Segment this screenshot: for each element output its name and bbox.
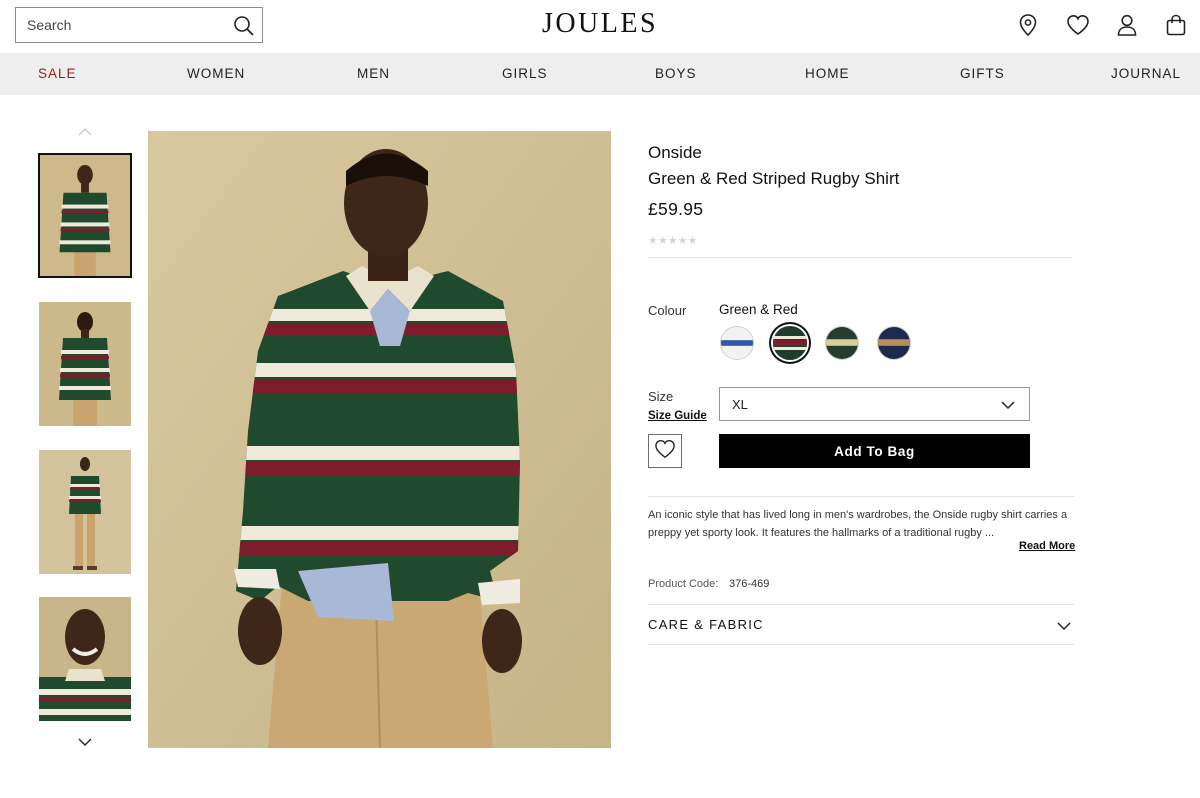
size-guide-link[interactable]: Size Guide: [648, 410, 707, 422]
location-pin-icon[interactable]: [1015, 12, 1041, 38]
size-select-value: XL: [732, 397, 748, 412]
chevron-down-icon: [1001, 398, 1015, 410]
user-icon[interactable]: [1114, 12, 1140, 38]
nav-item-home[interactable]: HOME: [805, 66, 850, 81]
colour-label: Colour: [648, 303, 687, 318]
main-nav: SALE WOMEN MEN GIRLS BOYS HOME GIFTS JOU…: [0, 53, 1200, 95]
search-box[interactable]: [15, 7, 263, 43]
colour-value: Green & Red: [719, 302, 798, 317]
bag-icon[interactable]: [1163, 12, 1189, 38]
divider: [648, 496, 1074, 497]
nav-item-women[interactable]: WOMEN: [187, 66, 245, 81]
divider: [648, 604, 1074, 605]
wishlist-button[interactable]: [648, 434, 682, 468]
thumbnail-full-length[interactable]: [39, 450, 131, 574]
nav-item-men[interactable]: MEN: [357, 66, 390, 81]
logo-text[interactable]: JOULES: [542, 8, 658, 39]
nav-item-gifts[interactable]: GIFTS: [960, 66, 1005, 81]
heart-icon[interactable]: [1065, 12, 1091, 38]
chevron-down-icon[interactable]: [1057, 619, 1071, 631]
swatch-navy-tan[interactable]: [877, 326, 911, 360]
nav-item-girls[interactable]: GIRLS: [502, 66, 548, 81]
divider: [648, 644, 1074, 645]
product-code-label: Product Code:: [648, 578, 719, 590]
product-code-value: 376-469: [729, 578, 770, 590]
search-icon[interactable]: [233, 15, 255, 37]
nav-item-boys[interactable]: BOYS: [655, 66, 697, 81]
swatch-green-red[interactable]: [773, 326, 807, 360]
product-title: Green & Red Striped Rugby Shirt: [648, 169, 900, 188]
size-label: Size: [648, 389, 674, 404]
read-more-link[interactable]: Read More: [1019, 540, 1075, 552]
thumbnail-close-up[interactable]: [39, 597, 131, 721]
rating-stars[interactable]: ★★★★★: [648, 234, 697, 247]
size-select[interactable]: XL: [719, 387, 1030, 421]
thumbnail-back[interactable]: [39, 302, 131, 426]
search-input[interactable]: [27, 17, 227, 33]
care-fabric-heading[interactable]: CARE & FABRIC: [648, 617, 764, 632]
chevron-up-icon[interactable]: [75, 125, 95, 139]
product-description: An iconic style that has lived long in m…: [648, 509, 1068, 539]
divider: [648, 257, 1072, 258]
product-main-image[interactable]: [148, 131, 611, 748]
swatch-green-cream[interactable]: [825, 326, 859, 360]
heart-icon: [654, 439, 676, 464]
add-to-bag-button[interactable]: Add To Bag: [719, 434, 1030, 468]
nav-item-sale[interactable]: SALE: [38, 66, 77, 81]
chevron-down-icon[interactable]: [75, 735, 95, 749]
product-brand: Onside: [648, 143, 702, 162]
nav-item-journal[interactable]: JOURNAL: [1111, 66, 1181, 81]
swatch-white-blue[interactable]: [720, 326, 754, 360]
site-header: JOULES: [0, 0, 1200, 53]
thumbnail-front[interactable]: [38, 153, 132, 278]
product-price: £59.95: [648, 199, 704, 219]
